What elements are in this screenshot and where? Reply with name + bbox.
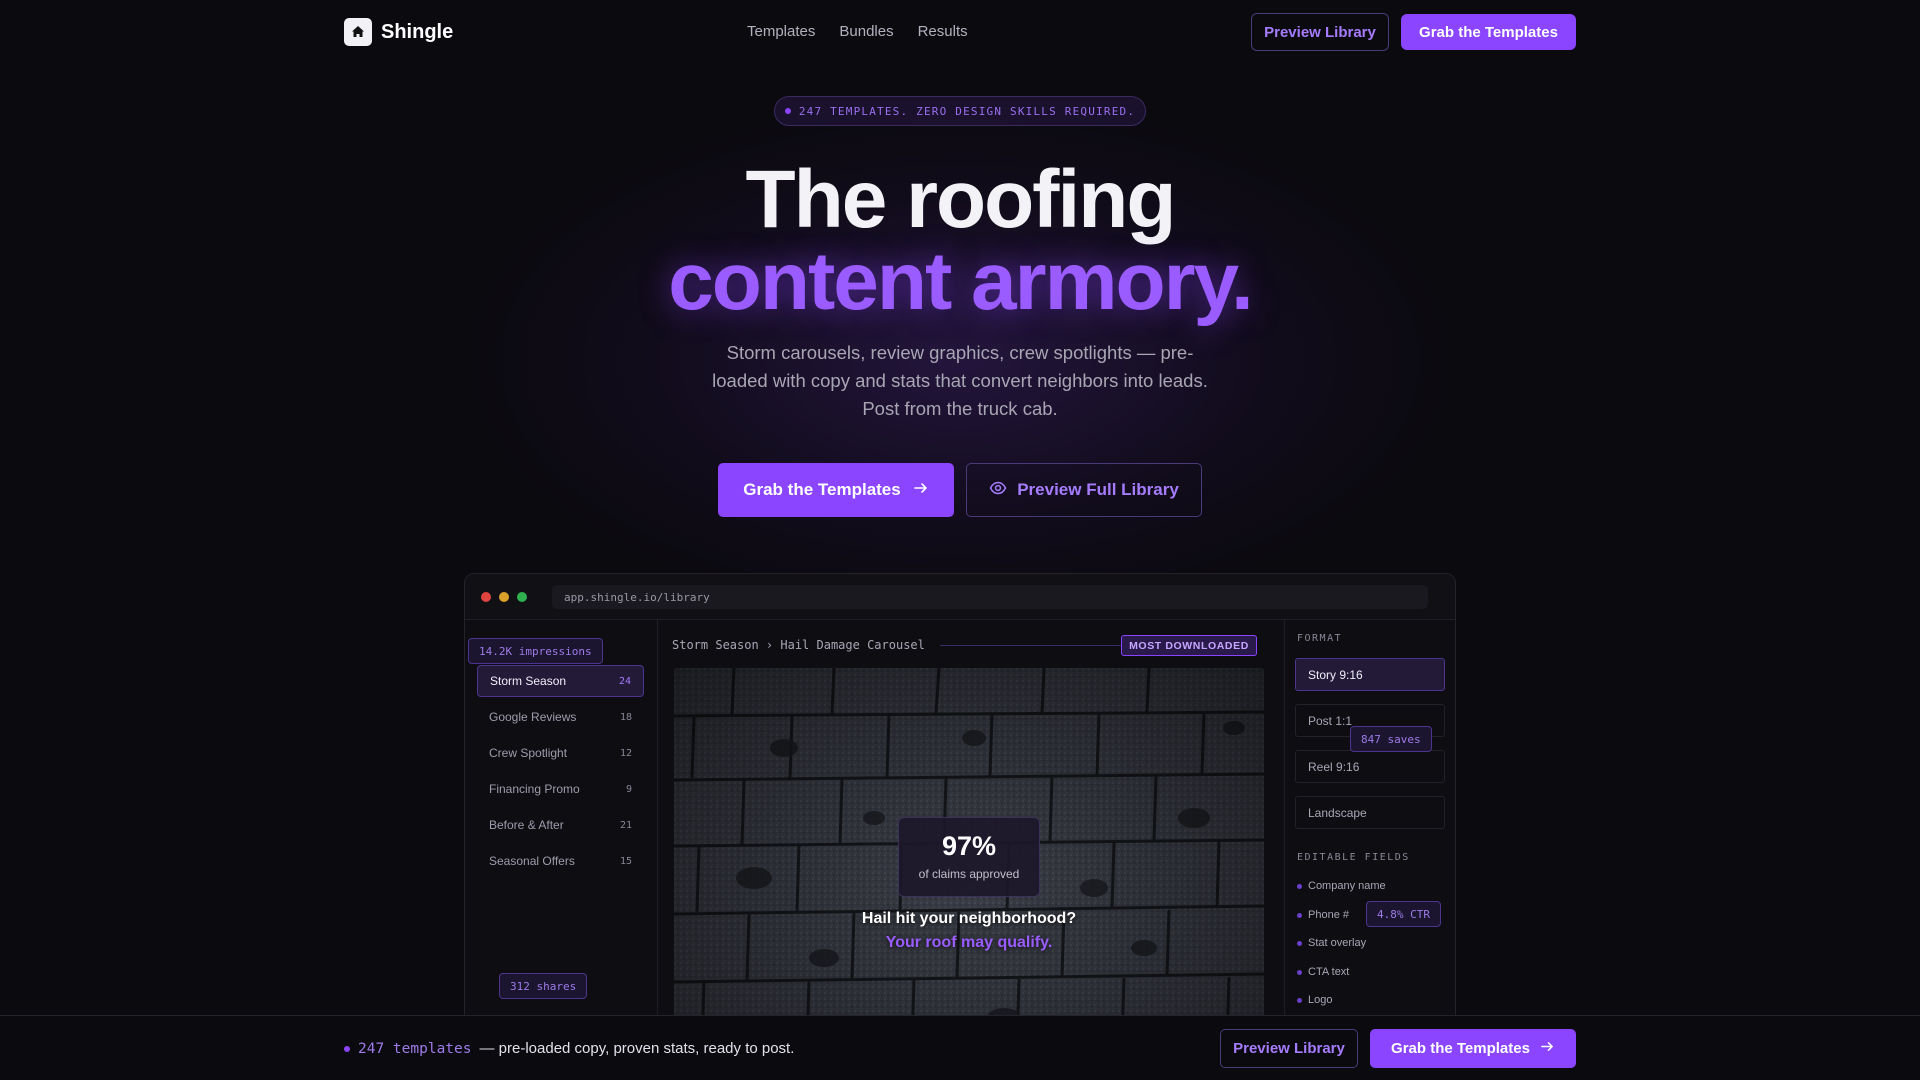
house-icon [344,18,372,46]
bullet-icon [1297,883,1302,889]
sidebar-item-label: Before & After [489,818,564,832]
url-bar[interactable]: app.shingle.io/library [552,585,1428,609]
sticky-bottom-bar: 247 templates — pre-loaded copy, proven … [0,1015,1920,1080]
sidebar-item-google-reviews[interactable]: Google Reviews 18 [477,701,644,733]
window-titlebar: app.shingle.io/library [465,574,1455,620]
sidebar-item-crew-spotlight[interactable]: Crew Spotlight 12 [477,737,644,769]
bullet-icon [1297,997,1302,1003]
sidebar-item-label: Financing Promo [489,782,580,796]
eye-icon [989,479,1007,502]
bullet-icon [1297,940,1302,946]
bottom-bar-message: 247 templates — pre-loaded copy, proven … [344,1040,794,1057]
format-panel: FORMAT Story 9:16 Post 1:1 Reel 9:16 Lan… [1284,620,1455,1080]
sidebar-item-count: 21 [619,819,632,831]
hero-pill: 247 TEMPLATES. ZERO DESIGN SKILLS REQUIR… [774,96,1146,126]
app-window: app.shingle.io/library Storm Season 24 G… [464,573,1456,1080]
saves-tag: 847 saves [1350,726,1432,752]
category-sidebar: Storm Season 24 Google Reviews 18 Crew S… [465,620,658,1080]
sidebar-item-count: 9 [625,783,632,795]
bottom-preview-button[interactable]: Preview Library [1220,1029,1358,1068]
top-nav: Shingle Templates Bundles Results Previe… [0,0,1920,64]
hero-title-line1: The roofing [745,154,1177,245]
field-company-name[interactable]: Company name [1297,880,1386,892]
editable-fields-heading: EDITABLE FIELDS [1297,852,1410,863]
stat-value: 97% [941,831,997,861]
preview-subheadline: Your roof may qualify. [885,934,1053,951]
nav-preview-button[interactable]: Preview Library [1251,13,1389,51]
bottom-template-count: 247 templates [358,1040,472,1057]
field-stat-overlay[interactable]: Stat overlay [1297,937,1366,949]
preview-headline: Hail hit your neighborhood? [861,910,1077,927]
sidebar-item-seasonal-offers[interactable]: Seasonal Offers 15 [477,845,644,877]
nav-link-results[interactable]: Results [918,23,968,40]
arrow-right-icon [1540,1039,1555,1058]
breadcrumb: Storm Season › Hail Damage Carousel [672,638,925,652]
sidebar-item-storm-season[interactable]: Storm Season 24 [477,665,644,697]
arrow-right-icon [913,480,929,501]
sidebar-item-count: 15 [619,855,632,867]
format-option-landscape[interactable]: Landscape [1295,796,1445,829]
field-logo[interactable]: Logo [1297,994,1332,1006]
sidebar-item-before-after[interactable]: Before & After 21 [477,809,644,841]
field-label: Stat overlay [1308,937,1367,949]
breadcrumb-divider [940,645,1121,646]
format-option-reel[interactable]: Reel 9:16 [1295,750,1445,783]
sidebar-item-count: 24 [618,675,631,687]
field-label: Logo [1308,994,1333,1006]
format-option-story[interactable]: Story 9:16 [1295,658,1445,691]
sidebar-item-count: 12 [619,747,632,759]
hero-preview-label: Preview Full Library [1017,480,1179,499]
nav-grab-button[interactable]: Grab the Templates [1401,14,1576,50]
bottom-grab-button[interactable]: Grab the Templates [1370,1029,1576,1068]
hero-grab-button[interactable]: Grab the Templates [718,463,954,517]
impressions-tag: 14.2K impressions [468,638,603,664]
field-label: Phone # [1308,909,1349,921]
bottom-dot-icon [344,1045,350,1052]
bottom-grab-label: Grab the Templates [1391,1040,1530,1057]
pill-dot-icon [784,108,791,114]
hero-grab-label: Grab the Templates [743,480,901,499]
hero-title-line2: content armory. [668,236,1254,327]
format-heading: FORMAT [1297,633,1343,644]
nav-links: Templates Bundles Results [747,23,968,40]
hero-pill-text: 247 TEMPLATES. ZERO DESIGN SKILLS REQUIR… [798,104,1136,118]
maximize-dot-icon[interactable] [517,592,527,602]
sidebar-item-count: 18 [619,711,632,723]
field-cta-text[interactable]: CTA text [1297,966,1349,978]
ctr-tag: 4.8% CTR [1366,901,1441,927]
bullet-icon [1297,912,1302,918]
minimize-dot-icon[interactable] [499,592,509,602]
most-downloaded-badge: MOST DOWNLOADED [1121,635,1257,656]
nav-link-templates[interactable]: Templates [747,23,815,40]
stat-label: of claims approved [918,867,1020,881]
sidebar-item-financing-promo[interactable]: Financing Promo 9 [477,773,644,805]
brand-name: Shingle [381,20,454,43]
nav-link-bundles[interactable]: Bundles [839,23,893,40]
field-label: CTA text [1308,966,1350,978]
hero-preview-button[interactable]: Preview Full Library [966,463,1202,517]
sidebar-item-label: Storm Season [490,674,567,688]
close-dot-icon[interactable] [481,592,491,602]
stat-overlay-card[interactable]: 97% of claims approved [898,817,1040,897]
template-preview-pane: Storm Season › Hail Damage Carousel MOST… [658,620,1284,1080]
bullet-icon [1297,969,1302,975]
sidebar-item-label: Google Reviews [489,710,577,724]
hero-subtitle: Storm carousels, review graphics, crew s… [712,342,1208,419]
shares-tag: 312 shares [499,973,588,999]
sidebar-item-label: Crew Spotlight [489,746,568,760]
bottom-bar-text: — pre-loaded copy, proven stats, ready t… [479,1040,795,1057]
sidebar-item-label: Seasonal Offers [489,854,575,868]
field-label: Company name [1308,880,1386,892]
field-phone[interactable]: Phone # [1297,909,1349,921]
brand-logo[interactable]: Shingle [344,18,453,46]
